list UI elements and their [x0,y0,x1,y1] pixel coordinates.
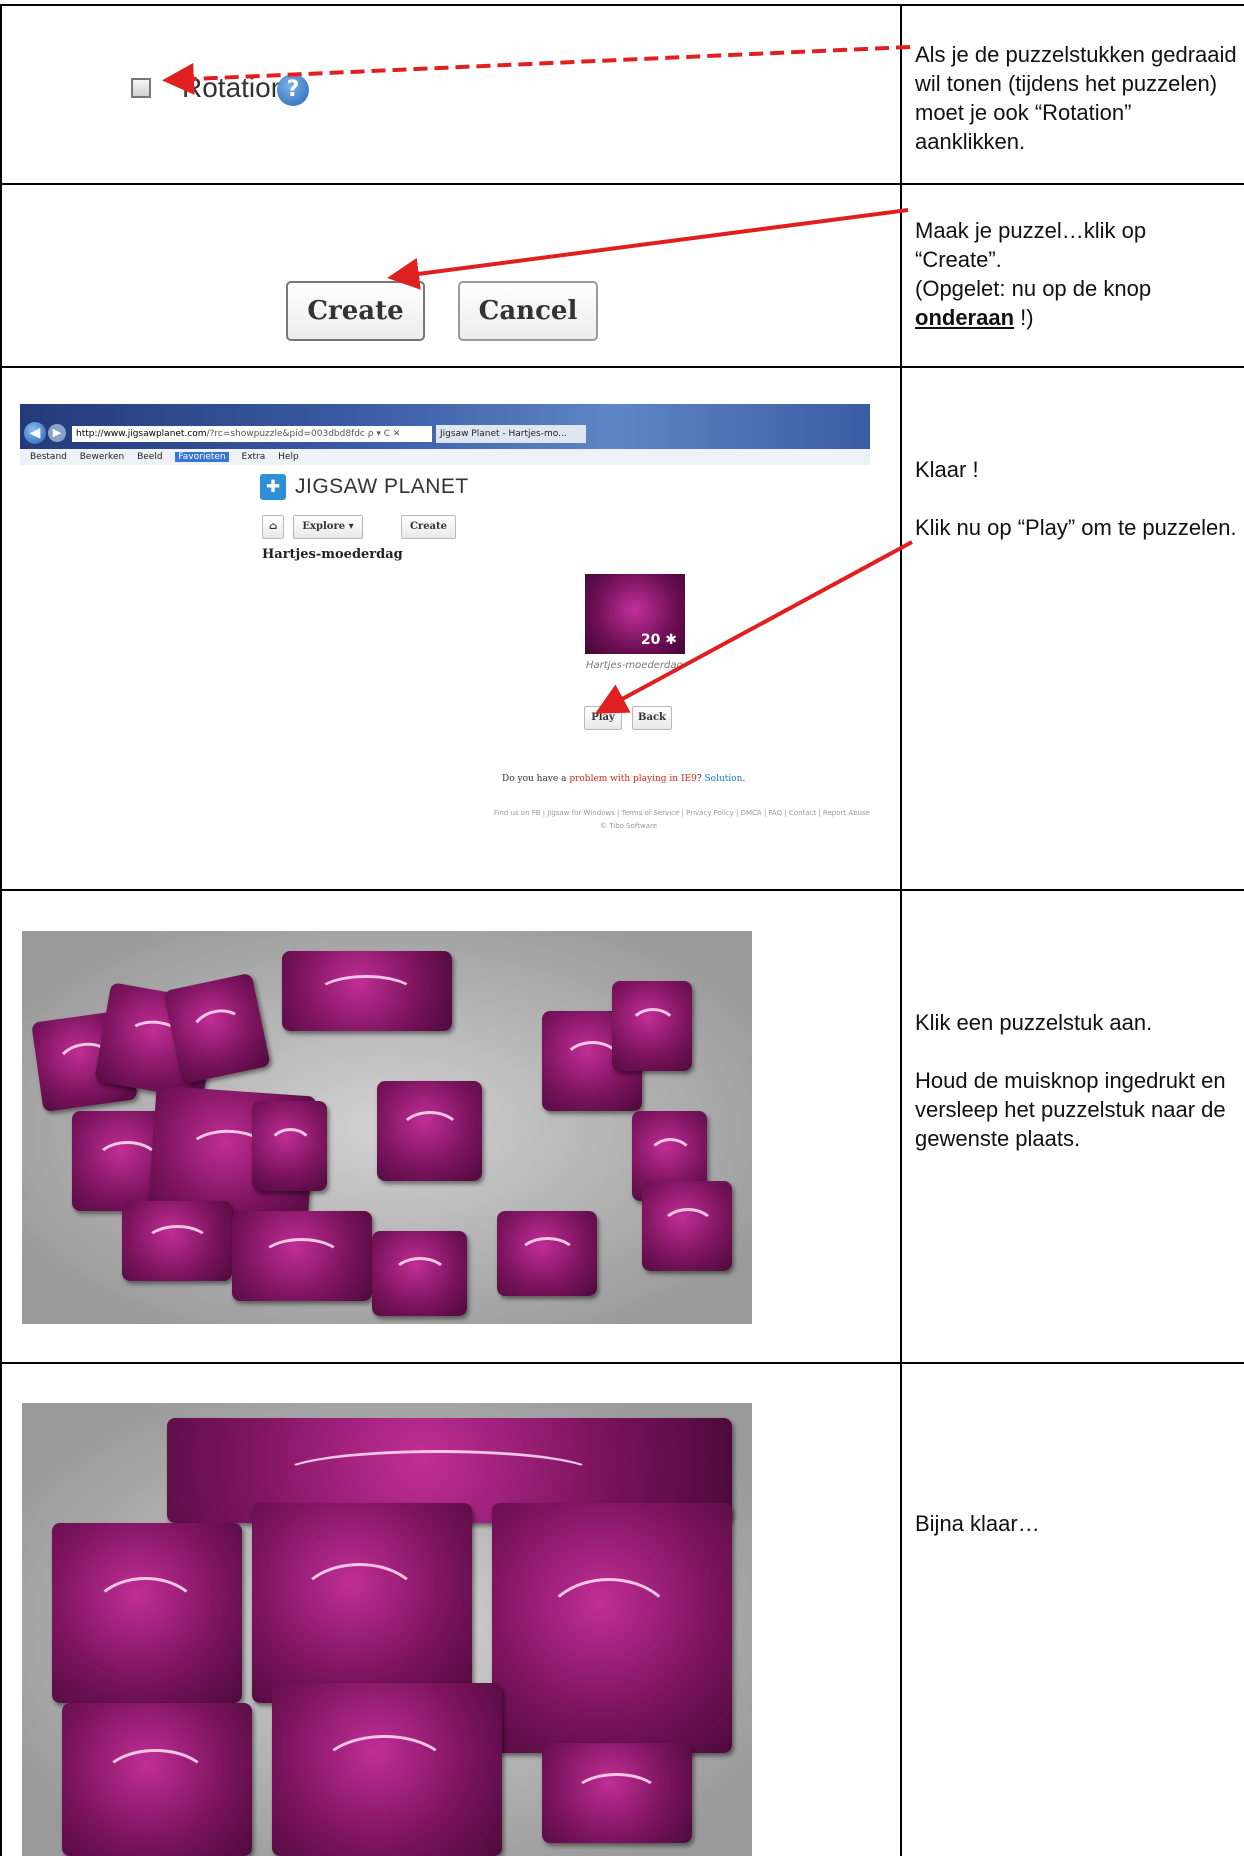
row5-note-1: Bijna klaar… [915,1511,1040,1536]
site-title: JIGSAW PLANET [295,475,469,498]
row-divider-2 [0,366,1244,368]
scattered-puzzle-image[interactable] [22,931,752,1324]
forward-arrow-icon[interactable]: ▶ [48,424,66,442]
puzzle-piece[interactable] [252,1101,327,1191]
puzzle-piece[interactable] [377,1081,482,1181]
address-controls: ρ ▾ C ✕ [367,429,401,439]
address-bar[interactable]: http://www.jigsawplanet.com/?rc=showpuzz… [72,426,432,442]
home-button[interactable]: ⌂ [262,515,284,539]
ie9-problem-link[interactable]: problem with playing in IE9 [569,774,696,784]
row1-note-text: Als je de puzzelstukken gedraaid wil ton… [915,42,1237,154]
back-arrow-icon[interactable]: ◀ [24,422,46,444]
instruction-table: Rotation ? Als je de puzzelstukken gedra… [0,0,1244,1856]
row2-note-underlined: onderaan [915,305,1015,330]
ie9-notice: Do you have a problem with playing in IE… [502,774,745,784]
menu-bewerken[interactable]: Bewerken [80,452,124,462]
puzzle-piece[interactable] [122,1201,232,1281]
puzzle-piece[interactable] [232,1211,372,1301]
explore-button[interactable]: Explore ▾ [293,515,363,539]
puzzle-piece[interactable] [372,1231,467,1316]
menu-favorieten[interactable]: Favorieten [175,452,229,462]
puzzle-piece[interactable] [62,1703,252,1856]
row-divider-4 [0,1362,1244,1364]
row2-note-line1: Maak je puzzel…klik op “Create”. [915,218,1147,272]
cancel-button[interactable]: Cancel [458,281,598,341]
row-divider-3 [0,889,1244,891]
menu-help[interactable]: Help [278,452,299,462]
ie9-mid: ? [696,774,705,784]
row4-note-1: Klik een puzzelstuk aan. [915,1010,1153,1035]
puzzle-piece[interactable] [272,1683,502,1856]
footer-copyright: © Tibo Software [600,822,658,830]
site-create-button[interactable]: Create [401,515,456,539]
browser-tab[interactable]: Jigsaw Planet - Hartjes-mo... [436,425,586,443]
browser-titlebar: ◀ ▶ http://www.jigsawplanet.com/?rc=show… [20,404,870,449]
menu-bestand[interactable]: Bestand [30,452,67,462]
thumbnail-caption: Hartjes-moederdag [586,660,683,671]
piece-count: 20 ✱ [640,632,677,648]
row5-note: Bijna klaar… [915,1509,1237,1567]
row3-note-1: Klaar ! [915,457,979,482]
row1-note: Als je de puzzelstukken gedraaid wil ton… [915,40,1237,185]
back-button[interactable]: Back [632,706,672,730]
puzzle-piece[interactable] [52,1523,242,1703]
puzzle-piece[interactable] [542,1743,692,1843]
puzzle-piece[interactable] [282,951,452,1031]
row2-note-line2-pre: (Opgelet: nu op de knop [915,276,1152,301]
column-divider [900,4,902,1856]
puzzle-piece[interactable] [492,1503,732,1753]
address-host: http://www.jigsawplanet.com [76,429,207,439]
puzzle-piece[interactable] [252,1503,472,1703]
puzzle-thumbnail[interactable]: 20 ✱ [585,574,685,654]
nearly-complete-puzzle-image[interactable] [22,1403,752,1856]
rotation-checkbox[interactable] [131,78,151,98]
row3-note: Klaar ! Klik nu op “Play” om te puzzelen… [915,455,1237,571]
row3-note-2: Klik nu op “Play” om te puzzelen. [915,515,1237,540]
puzzle-piece[interactable] [497,1211,597,1296]
rotation-label: Rotation [182,72,287,103]
address-path: /?rc=showpuzzle&pid=003dbd8fdc [206,429,365,439]
arrow-to-create-button [387,208,909,290]
help-icon[interactable]: ? [277,74,309,106]
footer-links[interactable]: Find us on FB | Jigsaw for Windows | Ter… [400,809,870,817]
puzzle-piece[interactable] [163,972,271,1085]
puzzle-piece[interactable] [642,1181,732,1271]
table-border-left [0,4,2,1856]
menu-extra[interactable]: Extra [242,452,266,462]
puzzle-piece[interactable] [612,981,692,1071]
ie9-end: . [742,774,746,784]
puzzle-logo-icon: ✚ [260,474,286,500]
browser-menubar: Bestand Bewerken Beeld Favorieten Extra … [20,449,870,465]
table-border-top [0,4,1244,6]
ie9-pre: Do you have a [502,774,570,784]
solution-link[interactable]: Solution [705,774,743,784]
play-button[interactable]: Play [584,706,622,730]
browser-screenshot: ◀ ▶ http://www.jigsawplanet.com/?rc=show… [20,404,870,844]
row2-note: Maak je puzzel…klik op “Create”. (Opgele… [915,216,1237,332]
puzzle-title: Hartjes-moederdag [262,547,403,562]
menu-beeld[interactable]: Beeld [137,452,162,462]
row2-note-line2: (Opgelet: nu op de knop onderaan !) [915,274,1237,332]
create-button[interactable]: Create [286,281,425,341]
row2-note-line2-post: !) [1014,305,1034,330]
row4-note-2: Houd de muisknop ingedrukt en versleep h… [915,1068,1226,1151]
row4-note: Klik een puzzelstuk aan. Houd de muiskno… [915,1008,1237,1182]
